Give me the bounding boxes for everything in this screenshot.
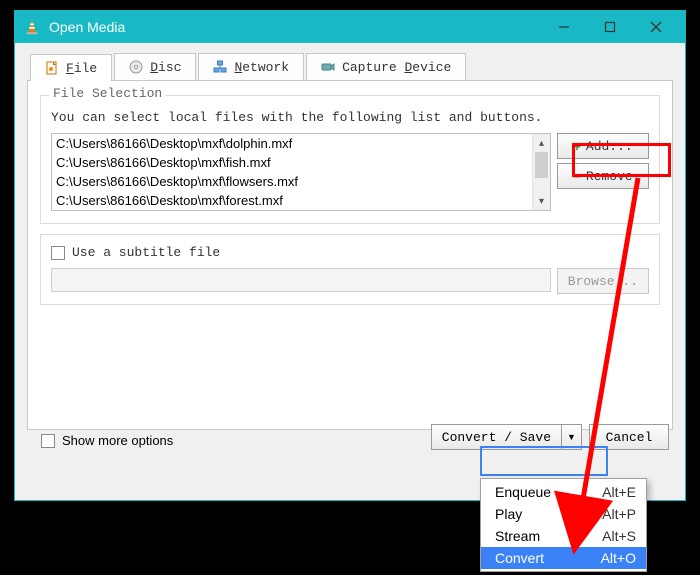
capture-icon — [321, 60, 335, 74]
menu-item-play[interactable]: Play Alt+P — [481, 503, 646, 525]
remove-button-label: Remove — [586, 169, 633, 184]
tab-file-label: File — [66, 61, 97, 76]
file-selection-legend: File Selection — [49, 86, 166, 101]
menu-item-accel: Alt+S — [602, 528, 636, 544]
subtitle-path-field — [51, 268, 551, 292]
scroll-down-icon[interactable]: ▾ — [533, 192, 550, 210]
remove-button[interactable]: − Remove — [557, 163, 649, 189]
menu-item-accel: Alt+O — [601, 550, 636, 566]
list-item[interactable]: C:\Users\86166\Desktop\mxf\dolphin.mxf — [52, 134, 532, 153]
maximize-button[interactable] — [587, 11, 633, 43]
menu-item-accel: Alt+E — [602, 484, 636, 500]
plus-icon: + — [573, 139, 581, 154]
chevron-down-icon: ▼ — [567, 432, 576, 442]
convert-save-split: Convert / Save ▼ — [431, 424, 582, 450]
cancel-button[interactable]: Cancel — [589, 424, 669, 450]
tab-disc[interactable]: Disc — [114, 53, 196, 80]
open-media-dialog: Open Media File — [14, 10, 686, 501]
cancel-button-label: Cancel — [606, 430, 653, 445]
scroll-thumb[interactable] — [535, 152, 548, 178]
network-icon — [213, 60, 227, 74]
file-list-items: C:\Users\86166\Desktop\mxf\dolphin.mxf C… — [52, 134, 532, 210]
menu-item-enqueue[interactable]: Enqueue Alt+E — [481, 481, 646, 503]
menu-item-label: Stream — [495, 528, 602, 544]
scroll-up-icon[interactable]: ▴ — [533, 134, 550, 152]
dialog-actions: Convert / Save ▼ Cancel — [431, 424, 669, 450]
minus-icon: − — [573, 169, 581, 184]
tab-panel: File Selection You can select local file… — [27, 80, 673, 430]
subtitle-group: Use a subtitle file Browse... — [40, 234, 660, 305]
subtitle-check-label: Use a subtitle file — [72, 245, 220, 260]
tab-network[interactable]: Network — [198, 53, 304, 80]
show-more-label: Show more options — [62, 433, 173, 448]
minimize-button[interactable] — [541, 11, 587, 43]
close-button[interactable] — [633, 11, 679, 43]
convert-save-dropdown-toggle[interactable]: ▼ — [562, 424, 582, 450]
scrollbar[interactable]: ▴ ▾ — [532, 134, 550, 210]
menu-item-label: Play — [495, 506, 602, 522]
file-icon — [45, 61, 59, 75]
scroll-track[interactable] — [533, 178, 550, 192]
tab-capture[interactable]: Capture Device — [306, 53, 466, 80]
add-button-label: Add... — [586, 139, 633, 154]
convert-save-label: Convert / Save — [442, 430, 551, 445]
file-selection-group: File Selection You can select local file… — [40, 95, 660, 224]
show-more-checkbox[interactable] — [41, 434, 55, 448]
tab-network-label: Network — [234, 60, 289, 75]
list-item[interactable]: C:\Users\86166\Desktop\mxf\fish.mxf — [52, 153, 532, 172]
window-controls — [541, 11, 679, 43]
file-selection-hint: You can select local files with the foll… — [51, 110, 649, 125]
disc-icon — [129, 60, 143, 74]
dialog-body: File Disc Network Capture Device — [15, 43, 685, 442]
titlebar: Open Media — [15, 11, 685, 43]
window-title: Open Media — [49, 19, 125, 35]
list-item[interactable]: C:\Users\86166\Desktop\mxf\flowsers.mxf — [52, 172, 532, 191]
file-list[interactable]: C:\Users\86166\Desktop\mxf\dolphin.mxf C… — [51, 133, 551, 211]
menu-item-accel: Alt+P — [602, 506, 636, 522]
tab-row: File Disc Network Capture Device — [30, 53, 673, 80]
show-more-row: Show more options — [41, 433, 173, 448]
convert-save-button[interactable]: Convert / Save — [431, 424, 562, 450]
menu-item-convert[interactable]: Convert Alt+O — [481, 547, 646, 569]
browse-button-label: Browse... — [568, 274, 638, 289]
add-button[interactable]: + Add... — [557, 133, 649, 159]
tab-capture-label: Capture Device — [342, 60, 451, 75]
menu-item-label: Convert — [495, 550, 601, 566]
menu-item-label: Enqueue — [495, 484, 602, 500]
subtitle-checkbox[interactable] — [51, 246, 65, 260]
convert-save-menu: Enqueue Alt+E Play Alt+P Stream Alt+S Co… — [480, 478, 647, 572]
vlc-cone-icon — [23, 18, 41, 36]
file-buttons: + Add... − Remove — [557, 133, 649, 211]
browse-button: Browse... — [557, 268, 649, 294]
tab-file[interactable]: File — [30, 54, 112, 81]
tab-disc-label: Disc — [150, 60, 181, 75]
list-item[interactable]: C:\Users\86166\Desktop\mxf\forest.mxf — [52, 191, 532, 205]
menu-item-stream[interactable]: Stream Alt+S — [481, 525, 646, 547]
